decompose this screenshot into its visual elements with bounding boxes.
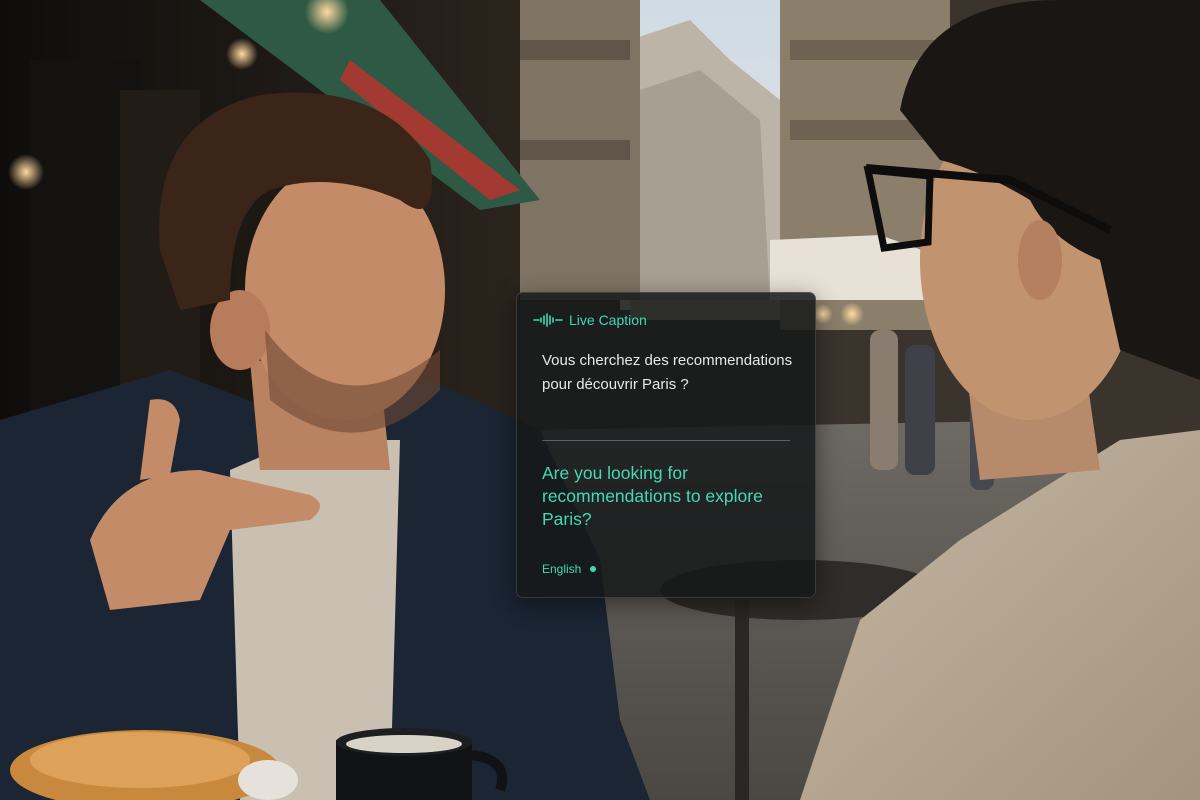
live-caption-card: Live Caption Vous cherchez des recommend… bbox=[516, 292, 816, 598]
caption-divider bbox=[542, 440, 790, 441]
waveform-icon bbox=[533, 313, 563, 327]
source-text: Vous cherchez des recommendations pour d… bbox=[542, 352, 793, 393]
language-label: English bbox=[542, 562, 582, 576]
caption-header: Live Caption bbox=[533, 311, 647, 329]
translation-text: Are you looking for recommendations to e… bbox=[542, 463, 763, 529]
caption-footer: English bbox=[542, 561, 597, 577]
active-status-dot bbox=[590, 566, 597, 572]
caption-title: Live Caption bbox=[569, 312, 647, 328]
